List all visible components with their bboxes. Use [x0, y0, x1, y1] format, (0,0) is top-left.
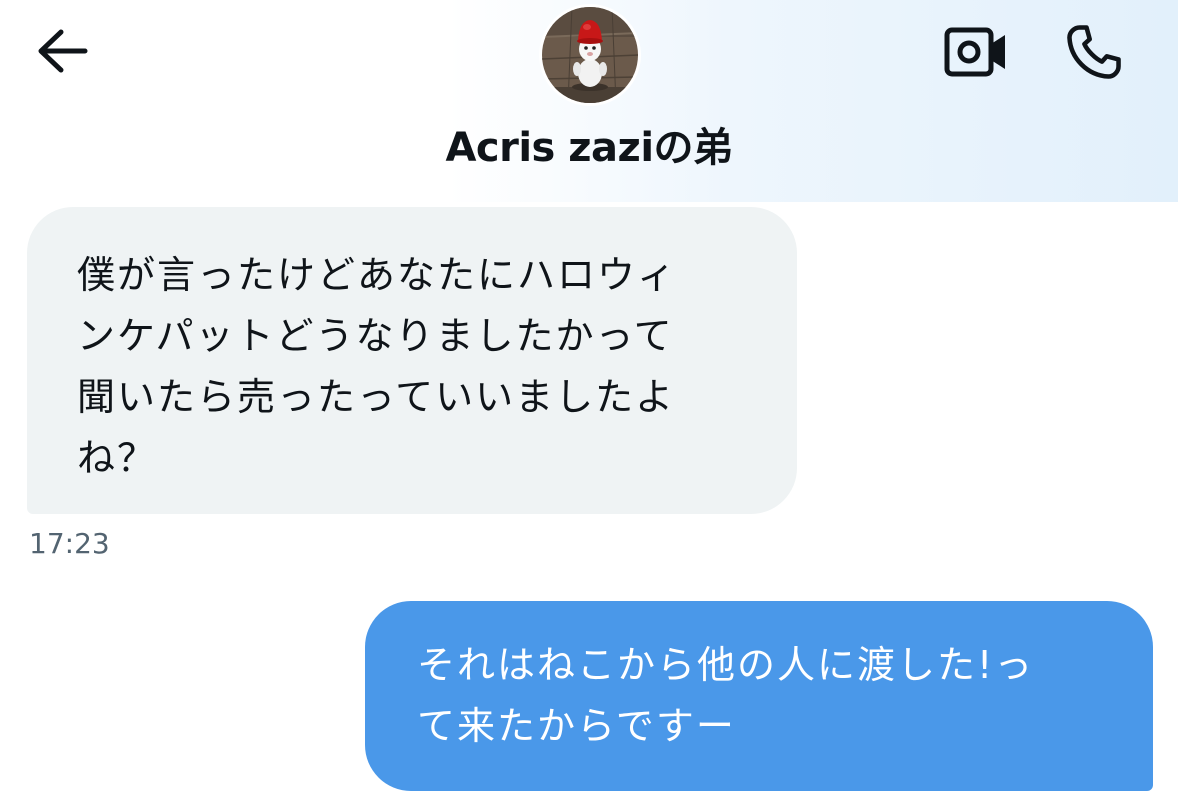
contact-name[interactable]: Acris zaziの弟 — [0, 118, 1178, 178]
video-call-button[interactable] — [936, 20, 1016, 84]
avatar-photo — [542, 7, 638, 103]
arrow-left-icon — [38, 29, 88, 73]
message-timestamp: 17:23 — [29, 527, 110, 560]
back-button[interactable] — [28, 22, 94, 80]
video-camera-icon — [944, 27, 1005, 77]
contact-avatar[interactable] — [539, 4, 641, 106]
phone-icon — [1067, 25, 1121, 79]
outgoing-message-text: それはねこから他の人に渡した!っ て来たからですー — [417, 643, 1035, 748]
voice-call-button[interactable] — [1054, 14, 1134, 90]
conversation-header: Acris zaziの弟 — [0, 0, 1178, 202]
outgoing-message-bubble[interactable]: それはねこから他の人に渡した!っ て来たからですー — [365, 601, 1153, 791]
incoming-message-text: 僕が言ったけどあなたにハロウィ ンケパットどうなりましたかって 聞いたら売ったっ… — [77, 253, 678, 480]
incoming-message-bubble[interactable]: 僕が言ったけどあなたにハロウィ ンケパットどうなりましたかって 聞いたら売ったっ… — [27, 207, 797, 514]
